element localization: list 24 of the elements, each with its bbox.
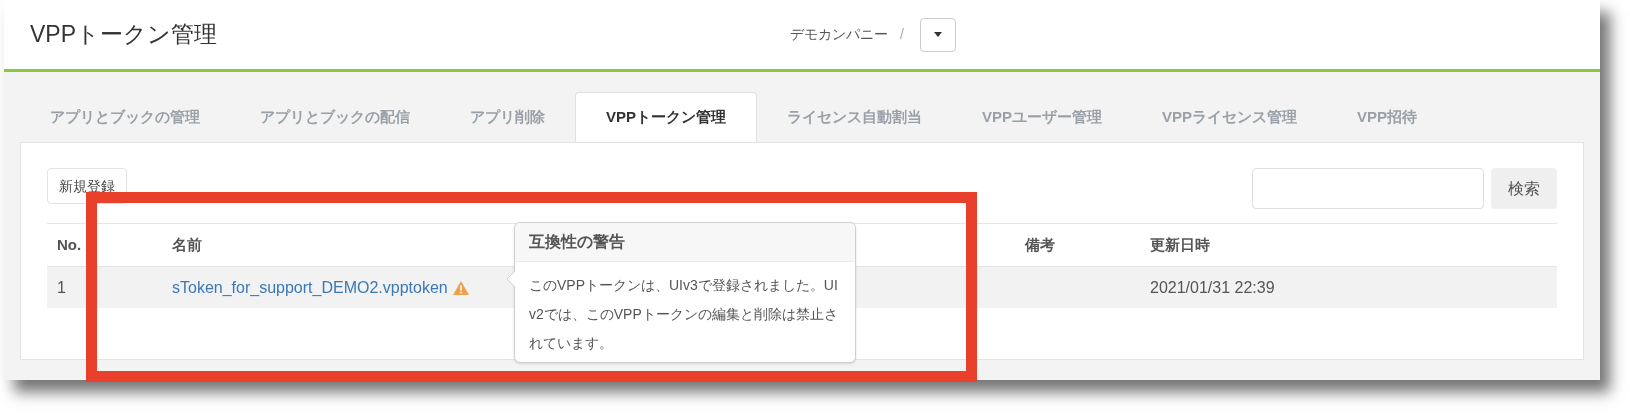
tab[interactable]: アプリ削除: [440, 92, 575, 142]
tab[interactable]: VPPトークン管理: [575, 92, 757, 142]
table-cell-text: 1: [56, 277, 67, 298]
tab[interactable]: VPPユーザー管理: [952, 92, 1133, 142]
column-header: No.: [57, 235, 82, 253]
column-header: 備考: [1025, 235, 1055, 253]
token-link[interactable]: sToken_for_support_DEMO2.vpptoken: [172, 275, 448, 300]
tooltip-title: 互換性の警告: [515, 223, 855, 262]
table-cell-text: 2021/01/31 22:39: [1150, 277, 1275, 298]
company-name: デモカンパニー: [790, 25, 888, 44]
tab[interactable]: アプリとブックの管理: [20, 92, 230, 142]
search-button[interactable]: 検索: [1491, 168, 1557, 209]
page-title: VPPトークン管理: [30, 20, 219, 50]
company-dropdown[interactable]: [919, 17, 956, 52]
column-header: 名前: [172, 235, 202, 253]
tab[interactable]: VPPライセンス管理: [1132, 92, 1328, 142]
tab[interactable]: VPP招待: [1327, 92, 1448, 142]
tooltip-text: このVPPトークンは、UIv3で登録されました。UIv2では、このVPPトークンの編集と削除は禁止されています。: [528, 276, 839, 353]
breadcrumb-separator: /: [900, 25, 904, 44]
column-header: 更新日時: [1150, 234, 1210, 255]
tab[interactable]: ライセンス自動割当: [757, 92, 952, 142]
search-field[interactable]: [1252, 168, 1484, 209]
tab[interactable]: アプリとブックの配信: [230, 92, 440, 142]
caret-icon: [932, 31, 943, 38]
